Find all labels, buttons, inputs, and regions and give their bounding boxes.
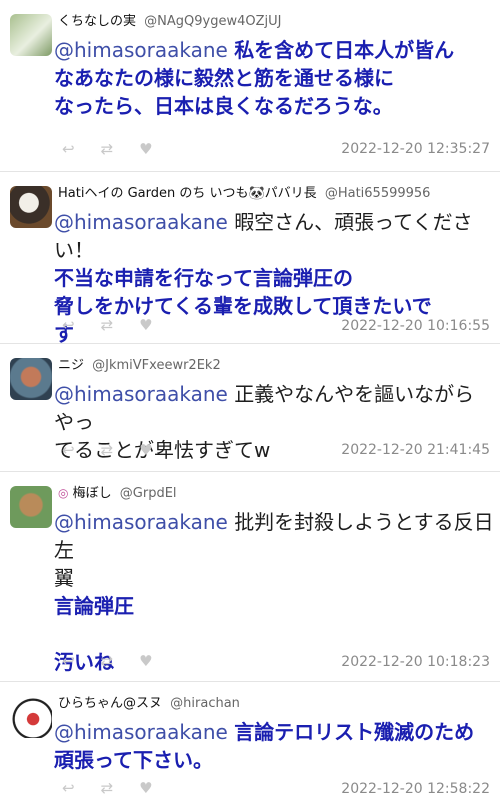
retweet-icon[interactable]: ⇄ xyxy=(101,316,114,334)
flower-icon: ◎ xyxy=(58,486,69,500)
tweet-text-line: 不当な申請を行なって言論弾圧の xyxy=(54,266,353,290)
timestamp: 2022-12-20 12:58:22 xyxy=(341,781,490,797)
tweet-header: くちなしの実 @NAgQ9ygew4OZjUJ xyxy=(58,10,492,29)
tweet-text-line: 言論弾圧 xyxy=(54,594,134,618)
mention-link[interactable]: @himasoraakane xyxy=(54,38,228,62)
avatar[interactable] xyxy=(10,358,52,400)
display-name[interactable]: くちなしの実 xyxy=(58,14,136,29)
reply-icon[interactable]: ↩ xyxy=(62,140,75,158)
timestamp: 2022-12-20 10:18:23 xyxy=(341,654,490,670)
reply-icon[interactable]: ↩ xyxy=(62,779,75,797)
mention-link[interactable]: @himasoraakane xyxy=(54,210,228,234)
timestamp: 2022-12-20 21:41:45 xyxy=(341,442,490,458)
mention-link[interactable]: @himasoraakane xyxy=(54,510,228,534)
like-icon[interactable]: ♥ xyxy=(139,140,152,158)
like-icon[interactable]: ♥ xyxy=(139,652,152,670)
tweet-header: ニジ @JkmiVFxeewr2Ek2 xyxy=(58,354,492,373)
tweet-text-line: なあなたの様に毅然と筋を通せる様に xyxy=(54,66,394,90)
tweet-text-line: 私を含めて日本人が皆ん xyxy=(234,38,455,62)
tweet-text-line: なったら、日本は良くなるだろうな。 xyxy=(54,94,393,118)
tweet-header: Hatiヘイの Garden のち いつも🐼パバリ長 @Hati65599956 xyxy=(58,182,492,201)
tweet-body: @himasoraakane 私を含めて日本人が皆ん なあなたの様に毅然と筋を通… xyxy=(54,36,494,120)
like-icon[interactable]: ♥ xyxy=(139,316,152,334)
display-name[interactable]: Hatiヘイの Garden のち いつも🐼パバリ長 xyxy=(58,186,317,201)
tweet-header: ひらちゃん@スヌ @hirachan xyxy=(58,692,492,711)
timestamp: 2022-12-20 12:35:27 xyxy=(341,141,490,157)
tweet-actions: ↩ ⇄ ♥ xyxy=(62,316,153,334)
avatar[interactable] xyxy=(10,696,52,738)
user-handle[interactable]: @Hati65599956 xyxy=(325,186,431,201)
reply-icon[interactable]: ↩ xyxy=(62,441,75,459)
avatar[interactable] xyxy=(10,186,52,228)
tweet-card[interactable]: くちなしの実 @NAgQ9ygew4OZjUJ @himasoraakane 私… xyxy=(0,0,500,172)
tweet-header: ◎ 梅ぼし @GrpdEl xyxy=(58,482,492,501)
tweet-body: @himasoraakane 批判を封殺しようとする反日左 翼 言論弾圧 汚いね xyxy=(54,508,494,676)
retweet-icon[interactable]: ⇄ xyxy=(101,652,114,670)
user-handle[interactable]: @hirachan xyxy=(170,696,240,711)
tweet-card[interactable]: Hatiヘイの Garden のち いつも🐼パバリ長 @Hati65599956… xyxy=(0,172,500,346)
display-name[interactable]: ひらちゃん@スヌ xyxy=(58,696,162,711)
tweet-card[interactable]: ニジ @JkmiVFxeewr2Ek2 @himasoraakane 正義やなん… xyxy=(0,344,500,472)
tweet-actions: ↩ ⇄ ♥ xyxy=(62,140,153,158)
tweet-actions: ↩ ⇄ ♥ xyxy=(62,779,153,797)
avatar[interactable] xyxy=(10,14,52,56)
user-handle[interactable]: @JkmiVFxeewr2Ek2 xyxy=(92,358,221,373)
like-icon[interactable]: ♥ xyxy=(139,779,152,797)
user-handle[interactable]: @GrpdEl xyxy=(120,486,177,501)
tweet-card[interactable]: ◎ 梅ぼし @GrpdEl @himasoraakane 批判を封殺しようとする… xyxy=(0,472,500,682)
retweet-icon[interactable]: ⇄ xyxy=(101,140,114,158)
tweet-text-line: 言論テロリスト殲滅のため xyxy=(234,720,475,744)
display-name[interactable]: ニジ xyxy=(58,358,84,373)
user-handle[interactable]: @NAgQ9ygew4OZjUJ xyxy=(144,14,281,29)
reply-icon[interactable]: ↩ xyxy=(62,316,75,334)
timestamp: 2022-12-20 10:16:55 xyxy=(341,318,490,334)
tweet-card[interactable]: ひらちゃん@スヌ @hirachan @himasoraakane 言論テロリス… xyxy=(0,682,500,804)
tweet-actions: ↩ ⇄ ♥ xyxy=(62,652,153,670)
tweet-text-line: 翼 xyxy=(54,566,74,590)
retweet-icon[interactable]: ⇄ xyxy=(101,779,114,797)
tweet-actions: ↩ ⇄ ♥ xyxy=(62,441,153,459)
avatar[interactable] xyxy=(10,486,52,528)
display-name[interactable]: 梅ぼし xyxy=(73,486,112,501)
reply-icon[interactable]: ↩ xyxy=(62,652,75,670)
retweet-icon[interactable]: ⇄ xyxy=(101,441,114,459)
mention-link[interactable]: @himasoraakane xyxy=(54,720,228,744)
tweet-body: @himasoraakane 言論テロリスト殲滅のため 頑張って下さい。 xyxy=(54,718,494,774)
like-icon[interactable]: ♥ xyxy=(139,441,152,459)
tweet-text-line: 頑張って下さい。 xyxy=(54,748,213,772)
mention-link[interactable]: @himasoraakane xyxy=(54,382,228,406)
